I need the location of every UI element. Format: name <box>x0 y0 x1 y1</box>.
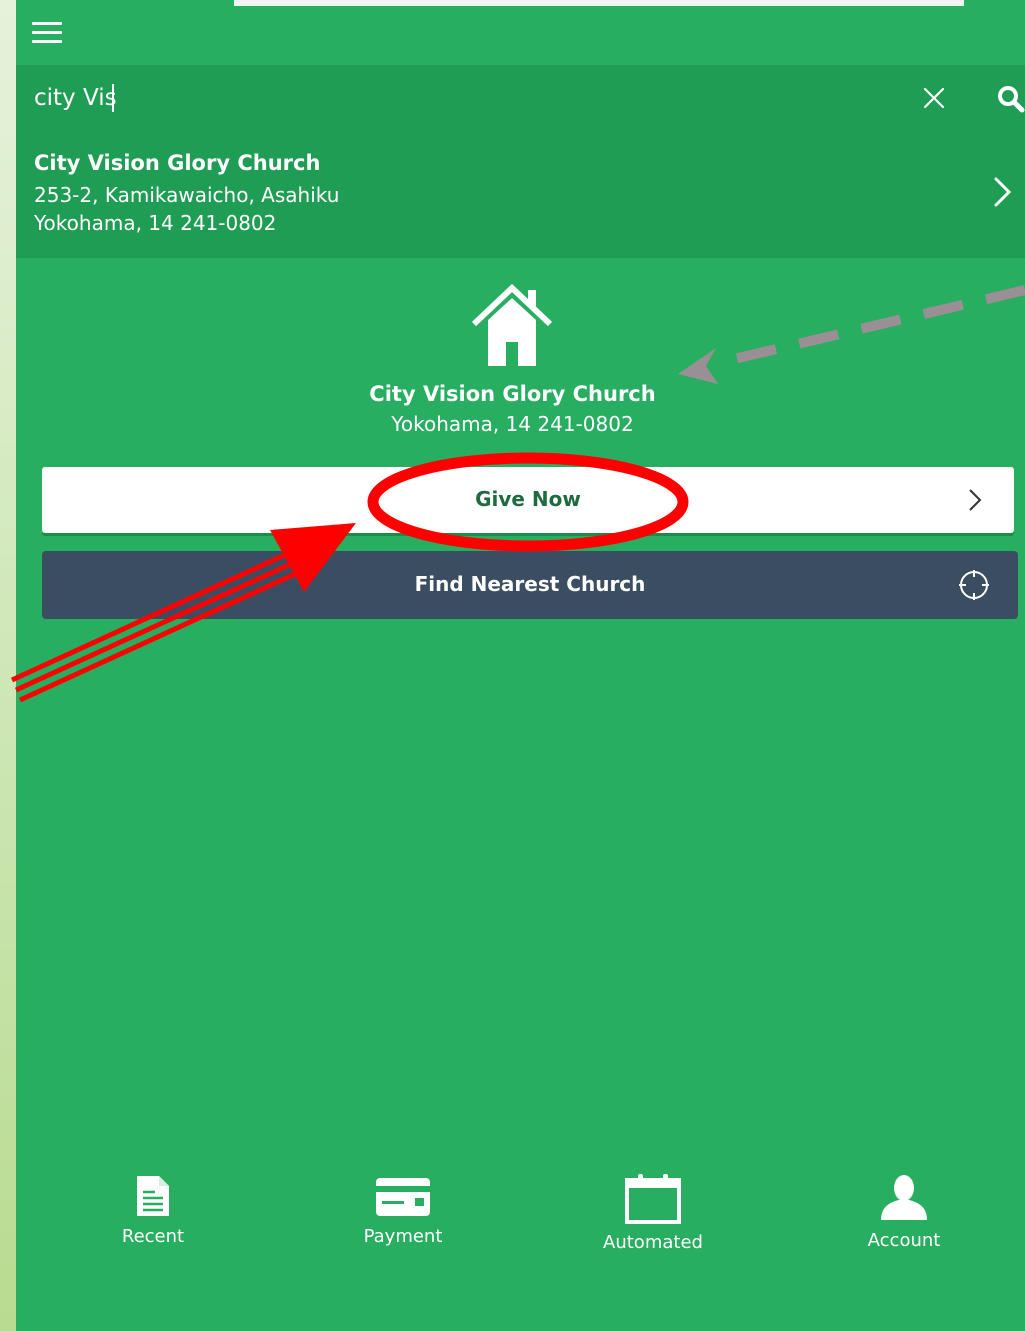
search-input[interactable] <box>34 79 894 117</box>
tab-account[interactable]: Account <box>804 1160 1004 1270</box>
church-city: Yokohama, 14 241-0802 <box>391 412 634 436</box>
result-church-name: City Vision Glory Church <box>34 151 321 175</box>
document-icon <box>137 1176 169 1216</box>
menu-icon[interactable] <box>32 20 64 46</box>
give-now-label: Give Now <box>475 487 581 511</box>
credit-card-icon <box>376 1178 430 1216</box>
find-nearest-church-button[interactable]: Find Nearest Church <box>42 551 1018 619</box>
tab-label: Recent <box>121 1226 185 1247</box>
chevron-right-icon <box>994 177 1012 207</box>
text-caret <box>112 84 114 112</box>
find-nearest-label: Find Nearest Church <box>414 572 646 596</box>
calendar-icon <box>625 1174 681 1224</box>
crosshair-icon <box>959 570 989 600</box>
result-address-line1: 253-2, Kamikawaicho, Asahiku <box>34 183 340 207</box>
close-icon[interactable] <box>921 85 947 111</box>
search-result-item[interactable]: City Vision Glory Church 253-2, Kamikawa… <box>16 131 1025 258</box>
search-icon[interactable] <box>996 84 1025 114</box>
tab-recent[interactable]: Recent <box>53 1160 253 1270</box>
tab-automated[interactable]: Automated <box>553 1160 753 1270</box>
top-strip <box>234 0 964 6</box>
tab-label: Account <box>867 1230 941 1251</box>
church-name: City Vision Glory Church <box>369 382 656 406</box>
home-icon <box>471 283 553 366</box>
search-bar <box>16 65 1025 131</box>
chevron-right-icon <box>969 489 982 511</box>
tab-label: Payment <box>363 1226 443 1247</box>
app-screen: City Vision Glory Church 253-2, Kamikawa… <box>16 0 1025 1331</box>
user-icon <box>881 1175 927 1220</box>
bottom-tab-bar: Recent Payment Automated Account <box>16 1160 1025 1280</box>
give-now-button[interactable]: Give Now <box>42 467 1014 533</box>
result-address-line2: Yokohama, 14 241-0802 <box>34 211 277 235</box>
tab-payment[interactable]: Payment <box>303 1160 503 1270</box>
tab-label: Automated <box>603 1232 703 1253</box>
